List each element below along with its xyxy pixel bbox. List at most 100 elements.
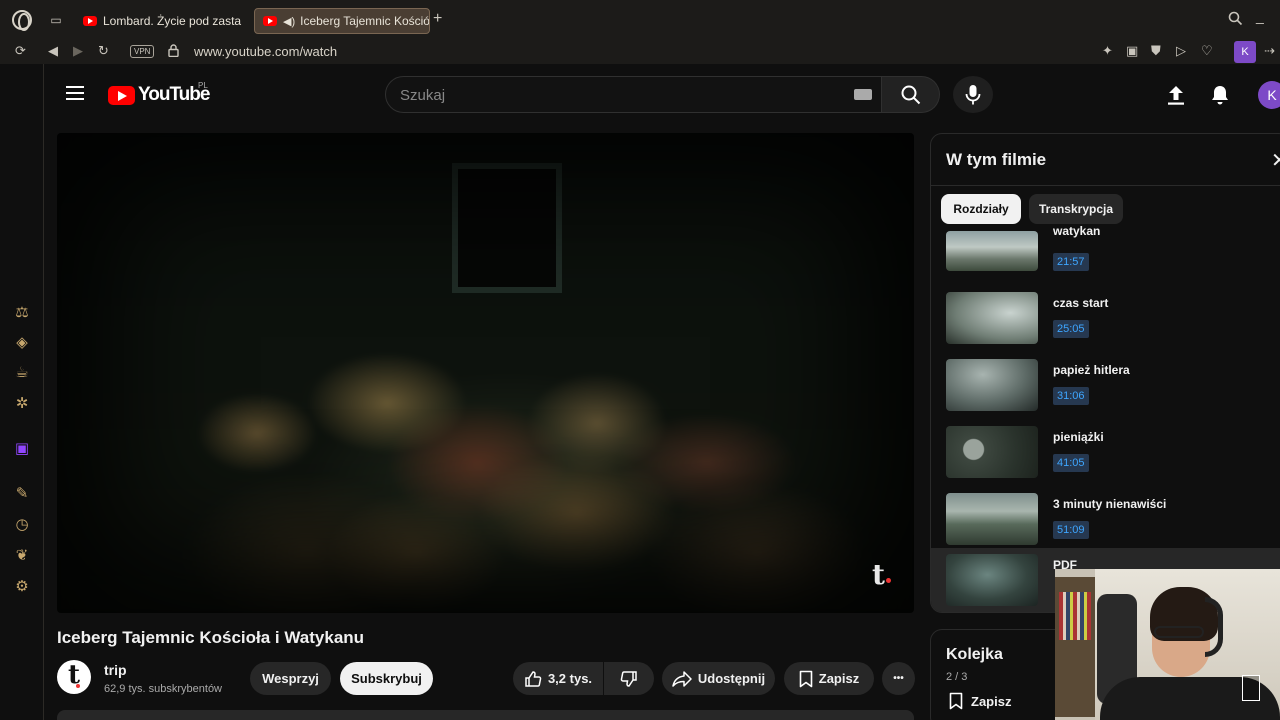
webcam-books [1059, 592, 1091, 640]
video-player[interactable]: t [57, 133, 914, 613]
chapter-timestamp[interactable]: 25:05 [1053, 320, 1089, 338]
chapter-item[interactable]: watykan 21:57 [931, 219, 1280, 285]
chapter-thumbnail [946, 359, 1038, 411]
chapter-timestamp[interactable]: 51:09 [1053, 521, 1089, 539]
shield-icon[interactable]: ⛊ [1151, 43, 1161, 59]
pin-icon[interactable]: ✦ [1102, 43, 1113, 59]
webcam-overlay [1055, 569, 1280, 720]
youtube-play-icon [108, 85, 135, 105]
share-label: Udostępnij [697, 671, 766, 686]
voice-search-button[interactable] [953, 76, 993, 113]
forward-icon[interactable]: ▶ [73, 43, 83, 59]
channel-avatar[interactable]: t [57, 660, 91, 694]
tab-label: Iceberg Tajemnic Kośció [300, 14, 430, 28]
thumbs-up-icon [525, 670, 542, 687]
dislike-button[interactable] [604, 662, 654, 695]
country-code: PL [198, 81, 208, 90]
more-actions-button[interactable]: ••• [882, 662, 915, 695]
support-button[interactable]: Wesprzyj [250, 662, 331, 695]
opera-sidebar: ⚖ ◈ ☕ ✲ ▣ ✎ ◷ ❦ ⚙ [0, 64, 44, 720]
tab-lombard[interactable]: Lombard. Życie pod zasta [75, 8, 245, 34]
sidebar-app-1-icon[interactable]: ⚖ [13, 304, 31, 322]
reload-icon[interactable]: ⟳ [15, 43, 26, 59]
chapter-timestamp[interactable]: 21:57 [1053, 253, 1089, 271]
panel-title: W tym filmie [946, 150, 1047, 169]
sidebar-app-5-icon[interactable]: ✎ [13, 485, 31, 503]
watermark-letter: t [872, 558, 885, 591]
history-icon[interactable]: ◷ [13, 516, 31, 534]
sidebar-app-2-icon[interactable]: ◈ [13, 334, 31, 352]
chapter-thumbnail [946, 231, 1038, 271]
save-button[interactable]: Zapisz [784, 662, 874, 695]
channel-name[interactable]: trip [104, 662, 127, 678]
twitch-icon[interactable]: ▣ [13, 440, 31, 458]
channel-watermark[interactable]: t [872, 558, 891, 591]
browser-profile-avatar[interactable]: K [1234, 41, 1256, 63]
minimize-window-button[interactable]: _ [1256, 8, 1264, 24]
menu-icon[interactable] [66, 86, 84, 100]
queue-title: Kolejka [946, 646, 1003, 663]
webcam-resize-handle[interactable] [1242, 675, 1260, 701]
heart-icon[interactable]: ♡ [1201, 43, 1213, 59]
description-box[interactable] [57, 710, 914, 720]
webcam-bookshelf [1055, 577, 1095, 717]
search-box [385, 76, 882, 113]
chapter-item[interactable]: czas start 25:05 [931, 286, 1280, 352]
chapter-item[interactable]: 3 minuty nienawiści 51:09 [931, 487, 1280, 553]
video-title: Iceberg Tajemnic Kościoła i Watykanu [57, 628, 365, 647]
share-icon [672, 670, 692, 687]
chapters-panel: W tym filmie ✕ Rozdziały Transkrypcja wa… [930, 133, 1280, 613]
sidebar-app-3-icon[interactable]: ☕ [13, 364, 31, 382]
like-button[interactable]: 3,2 tys. [513, 662, 603, 695]
tab-switcher-icon[interactable]: ▭ [48, 13, 64, 27]
url-field[interactable]: www.youtube.com/watch [194, 44, 337, 59]
chapter-title: czas start [1053, 296, 1109, 310]
share-button[interactable]: Udostępnij [662, 662, 775, 695]
tab-iceberg[interactable]: ◀) Iceberg Tajemnic Kośció [254, 8, 430, 34]
keyboard-icon[interactable] [854, 89, 872, 100]
sidebar-app-4-icon[interactable]: ✲ [13, 395, 31, 413]
vpn-badge[interactable]: VPN [130, 45, 155, 58]
refresh-icon[interactable]: ↻ [98, 43, 109, 59]
chapter-thumbnail [946, 426, 1038, 478]
new-tab-button[interactable]: + [433, 10, 442, 28]
chapter-thumbnail [946, 554, 1038, 606]
subscribe-button[interactable]: Subskrybuj [340, 662, 433, 695]
queue-save-label: Zapisz [971, 693, 1012, 709]
panel-header: W tym filmie ✕ [931, 134, 1280, 186]
webcam-person-glasses [1154, 626, 1204, 638]
close-icon[interactable]: ✕ [1271, 148, 1280, 173]
account-avatar[interactable]: K [1258, 81, 1280, 109]
notifications-bell-icon[interactable] [1210, 84, 1230, 111]
lock-icon[interactable] [168, 44, 179, 60]
address-bar: ⟳ ◀ ▶ ↻ VPN www.youtube.com/watch ✦ ▣ ⛊ … [0, 40, 1280, 64]
settings-icon[interactable]: ⚙ [13, 578, 31, 596]
chapter-thumbnail [946, 493, 1038, 545]
video-vignette [57, 133, 914, 613]
snapshot-icon[interactable]: ▣ [1126, 43, 1138, 59]
like-count: 3,2 tys. [547, 671, 593, 686]
browser-tab-bar: ▭ Lombard. Życie pod zasta ◀) Iceberg Ta… [0, 0, 1280, 40]
chapter-item[interactable]: pieniążki 41:05 [931, 420, 1280, 486]
youtube-favicon-icon [263, 16, 277, 26]
save-label: Zapisz [818, 671, 860, 686]
player-icon[interactable]: ▷ [1176, 43, 1186, 59]
extensions-icon[interactable]: ⇢ [1264, 43, 1275, 59]
back-icon[interactable]: ◀ [48, 43, 58, 59]
youtube-logo[interactable]: YouTube PL [108, 81, 210, 106]
thumbs-down-icon [620, 670, 637, 687]
chapter-title: watykan [1053, 224, 1101, 238]
chapter-timestamp[interactable]: 31:06 [1053, 387, 1089, 405]
search-button[interactable] [882, 76, 940, 113]
speaker-icon[interactable]: ◀) [283, 15, 295, 28]
chapter-item[interactable]: papież hitlera 31:06 [931, 353, 1280, 419]
upload-icon[interactable] [1166, 84, 1186, 111]
queue-save-button[interactable]: Zapisz [949, 692, 1011, 710]
subscriber-count: 62,9 tys. subskrybentów [104, 683, 223, 695]
sidebar-app-6-icon[interactable]: ❦ [13, 547, 31, 565]
chapter-title: papież hitlera [1053, 363, 1130, 377]
search-tabs-icon[interactable] [1228, 11, 1243, 29]
chapter-timestamp[interactable]: 41:05 [1053, 454, 1089, 472]
search-input[interactable] [400, 85, 840, 105]
opera-logo-icon[interactable] [12, 10, 32, 31]
